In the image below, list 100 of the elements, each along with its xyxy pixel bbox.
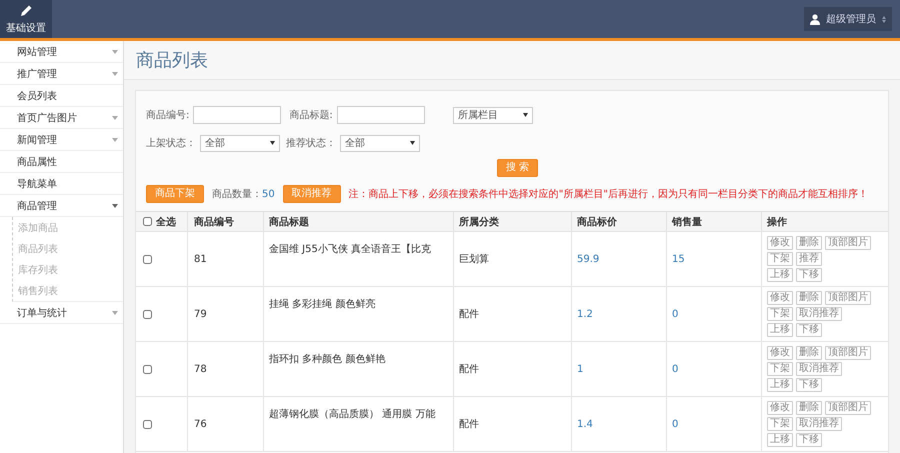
table-cell: 59.9 [577, 254, 600, 264]
action-button[interactable]: 下移 [796, 268, 822, 282]
dropdown-arrow-icon [270, 141, 275, 145]
dropdown-arrow-icon [410, 141, 415, 145]
field-label: 商品编号: [146, 108, 190, 122]
action-button[interactable]: 下移 [796, 323, 822, 337]
table-cell-text: 超薄钢化膜（高品质膜） 通用膜 万能 [269, 408, 436, 421]
user-menu[interactable]: 超级管理员 [804, 7, 892, 31]
field-label: 商品标题: [289, 108, 333, 122]
header-cell: 销售量 [667, 212, 762, 231]
sidebar-item[interactable]: 推广管理 [0, 63, 123, 85]
action-button[interactable]: 取消推荐 [796, 417, 842, 431]
header-cell: 商品编号 [188, 212, 264, 231]
sidebar-item[interactable]: 会员列表 [0, 85, 123, 107]
pencil-icon [19, 4, 33, 18]
sidebar-item[interactable]: 首页广告图片 [0, 107, 123, 129]
sidebar-item[interactable]: 商品属性 [0, 151, 123, 173]
unrecommend-button[interactable]: 取消推荐 [282, 185, 341, 203]
caret-icon [882, 16, 886, 22]
sidebar-subitem[interactable]: 添加商品 [13, 217, 123, 238]
action-button[interactable]: 下架 [767, 417, 793, 431]
action-button[interactable]: 修改 [767, 346, 793, 360]
action-button[interactable]: 删除 [796, 236, 822, 250]
select-all-checkbox[interactable] [143, 217, 152, 226]
sidebar-item[interactable]: 新闻管理 [0, 129, 123, 151]
action-button[interactable]: 删除 [796, 346, 822, 360]
table-cell-text: 金国维 J55小飞侠 真全语音王【比克 [269, 242, 432, 256]
input-field[interactable] [336, 106, 425, 124]
sidebar-item[interactable]: 网站管理 [0, 41, 123, 63]
nav-tab[interactable]: 基础设置 [0, 0, 52, 38]
table-cell-text: 配件 [459, 308, 479, 321]
action-button[interactable]: 上移 [767, 433, 793, 447]
action-button[interactable]: 取消推荐 [796, 362, 842, 376]
table-cell: 15 [672, 254, 685, 264]
caret-icon [112, 310, 118, 314]
table-cell: 78 [194, 364, 207, 374]
action-button[interactable]: 修改 [767, 291, 793, 305]
table-cell: 1.4 [577, 418, 593, 430]
action-button[interactable]: 下架 [767, 252, 793, 266]
action-button[interactable]: 删除 [796, 291, 822, 305]
field-label: 推荐状态： [286, 136, 336, 150]
row-checkbox[interactable] [143, 364, 152, 374]
table-cell: 1.2 [577, 308, 593, 320]
table-cell: 0 [672, 418, 678, 430]
table-cell-text: 巨划算 [459, 252, 489, 266]
header-cell: 商品标价 [572, 212, 667, 231]
table-cell-text: 指环扣 多种颜色 颜色鲜艳 [269, 352, 386, 366]
table-cell: 76 [194, 418, 207, 430]
dropdown[interactable]: 全部 [340, 134, 420, 152]
row-checkbox[interactable] [143, 310, 152, 318]
caret-icon [112, 204, 118, 208]
sidebar-item[interactable]: 导航菜单 [0, 173, 123, 195]
table-cell: 0 [672, 364, 678, 374]
action-button[interactable]: 顶部图片 [825, 401, 871, 415]
action-button[interactable]: 删除 [796, 401, 822, 415]
action-button[interactable]: 取消推荐 [796, 307, 842, 321]
caret-icon [112, 50, 118, 54]
field-label: 上架状态： [146, 136, 196, 150]
action-button[interactable]: 修改 [767, 236, 793, 250]
row-checkbox[interactable] [143, 420, 152, 428]
header-cell: 所属分类 [454, 212, 572, 231]
sidebar-item[interactable]: 订单与统计 [0, 302, 123, 324]
header-cell: 商品标题 [264, 212, 454, 231]
action-button[interactable]: 顶部图片 [825, 236, 871, 250]
sidebar-subitem[interactable]: 商品列表 [13, 238, 123, 259]
table-cell: 1 [577, 364, 584, 374]
action-button[interactable]: 下架 [767, 362, 793, 376]
sidebar-item[interactable]: 商品管理 [0, 195, 123, 217]
search-button[interactable]: 搜 索 [496, 159, 538, 177]
action-button[interactable]: 下架 [767, 307, 793, 321]
caret-icon [112, 116, 118, 120]
input-field[interactable] [193, 106, 282, 124]
select-all-label: 全选 [156, 216, 176, 228]
dropdown[interactable]: 全部 [200, 134, 280, 152]
action-button[interactable]: 顶部图片 [825, 291, 871, 305]
table-cell: 0 [672, 308, 678, 320]
action-button[interactable]: 下移 [796, 378, 822, 392]
table-cell-text: 挂绳 多彩挂绳 颜色鲜亮 [269, 298, 376, 311]
dropdown[interactable]: 所属栏目 [452, 106, 533, 124]
action-button[interactable]: 修改 [767, 401, 793, 415]
table-cell: 81 [194, 254, 207, 264]
page-title: 商品列表 [136, 49, 208, 72]
action-button[interactable]: 上移 [767, 268, 793, 282]
unlist-button[interactable]: 商品下架 [146, 185, 204, 203]
row-checkbox[interactable] [143, 254, 152, 264]
dropdown-arrow-icon [522, 113, 528, 117]
action-button[interactable]: 顶部图片 [825, 346, 871, 360]
action-button[interactable]: 下移 [796, 433, 822, 447]
user-icon [810, 14, 820, 24]
product-count: 商品数量：50 [212, 188, 275, 201]
table-cell-text: 配件 [459, 418, 479, 431]
action-button[interactable]: 上移 [767, 323, 793, 337]
header-cell-text: 操作 [766, 216, 788, 230]
sidebar-subitem[interactable]: 库存列表 [13, 259, 123, 280]
table-cell: 79 [194, 308, 207, 320]
sidebar-subitem[interactable]: 销售列表 [13, 280, 123, 301]
action-button[interactable]: 推荐 [796, 252, 822, 266]
notice-text: 注：商品上下移，必须在搜索条件中选择对应的"所属栏目"后再进行，因为只有同一栏目分类下的商品才能互相排序！ [348, 188, 868, 201]
caret-icon [112, 72, 118, 76]
action-button[interactable]: 上移 [767, 378, 793, 392]
